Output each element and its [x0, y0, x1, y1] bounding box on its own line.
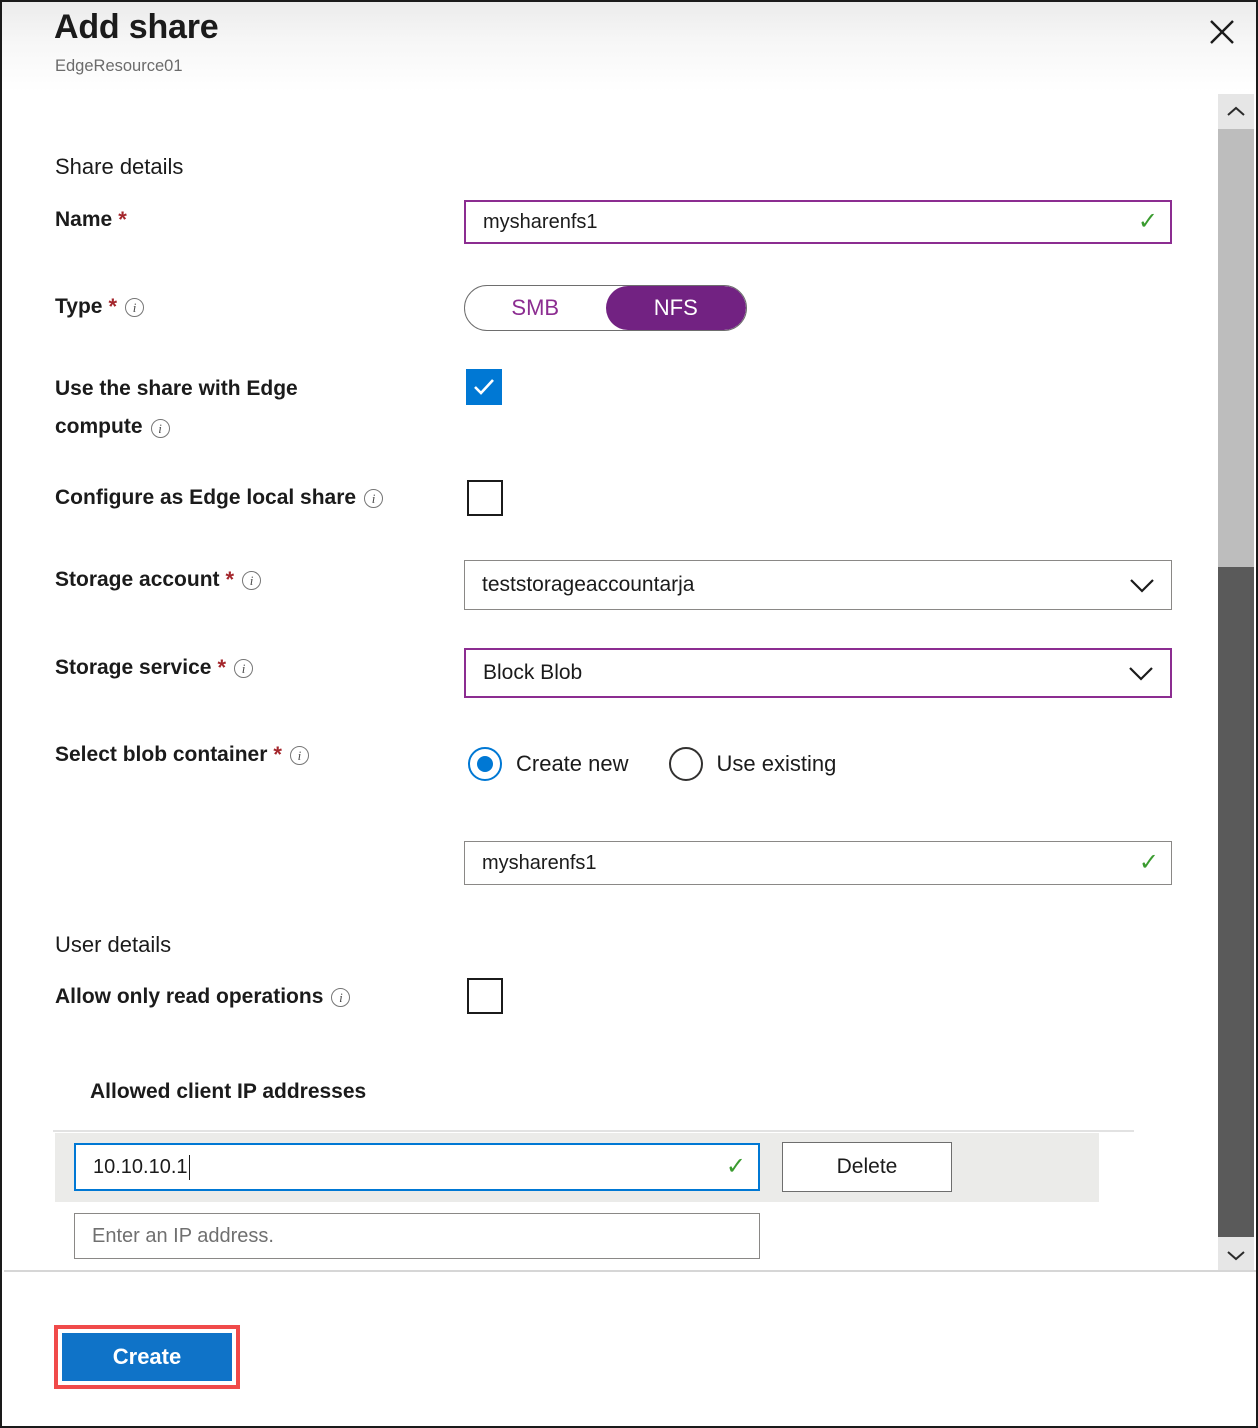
radio-create-new-label[interactable]: Create new	[516, 751, 629, 777]
storage-account-required-asterisk: *	[226, 562, 235, 598]
blob-container-name-input[interactable]: mysharenfs1 ✓	[464, 841, 1172, 885]
close-icon[interactable]	[1200, 10, 1244, 54]
read-only-label: Allow only read operations i	[55, 979, 350, 1015]
read-only-label-text: Allow only read operations	[55, 979, 323, 1015]
storage-service-required-asterisk: *	[217, 650, 226, 686]
blob-container-radio-group: Create new Use existing	[468, 747, 876, 781]
new-ip-placeholder: Enter an IP address.	[92, 1225, 747, 1248]
storage-service-label-text: Storage service	[55, 650, 211, 686]
text-caret	[189, 1155, 191, 1180]
type-option-nfs[interactable]: NFS	[606, 286, 747, 330]
info-icon[interactable]: i	[151, 419, 170, 438]
type-option-smb[interactable]: SMB	[465, 286, 606, 330]
info-icon[interactable]: i	[331, 988, 350, 1007]
resource-subtitle: EdgeResource01	[55, 57, 183, 76]
scrollbar-track[interactable]	[1218, 567, 1254, 1237]
valid-check-icon: ✓	[726, 1155, 746, 1179]
edge-local-label-text: Configure as Edge local share	[55, 480, 356, 516]
vertical-scrollbar[interactable]	[1218, 94, 1254, 1272]
valid-check-icon: ✓	[1138, 210, 1158, 234]
info-icon[interactable]: i	[364, 489, 383, 508]
valid-check-icon: ✓	[1139, 851, 1159, 875]
blob-container-label-text: Select blob container	[55, 737, 267, 773]
info-icon[interactable]: i	[125, 298, 144, 317]
radio-create-new[interactable]	[468, 747, 502, 781]
footer-divider	[4, 1270, 1258, 1272]
edge-local-checkbox[interactable]	[467, 480, 503, 516]
radio-use-existing-label[interactable]: Use existing	[717, 751, 837, 777]
create-button-highlight: Create	[54, 1325, 240, 1389]
edge-compute-label-line1: Use the share with Edge	[55, 377, 298, 400]
info-icon[interactable]: i	[290, 746, 309, 765]
info-icon[interactable]: i	[234, 659, 253, 678]
edge-compute-label: Use the share with Edge compute i	[55, 370, 425, 446]
create-button[interactable]: Create	[62, 1333, 232, 1381]
new-ip-address-input[interactable]: Enter an IP address.	[74, 1213, 760, 1259]
add-share-blade: Add share EdgeResource01 Share details N…	[0, 0, 1258, 1428]
type-label-text: Type	[55, 289, 102, 325]
ip-address-value: 10.10.10.1	[93, 1155, 718, 1180]
chevron-down-icon	[1128, 666, 1154, 681]
scrollbar-thumb[interactable]	[1218, 129, 1254, 567]
name-label: Name *	[55, 202, 127, 238]
share-details-heading: Share details	[55, 154, 183, 180]
edge-compute-label-line2: compute	[55, 415, 143, 438]
type-label: Type * i	[55, 289, 144, 325]
read-only-checkbox[interactable]	[467, 978, 503, 1014]
blob-container-label: Select blob container * i	[55, 737, 309, 773]
scroll-up-icon[interactable]	[1218, 94, 1254, 129]
name-label-text: Name	[55, 202, 112, 238]
info-icon[interactable]: i	[242, 571, 261, 590]
name-required-asterisk: *	[118, 202, 127, 238]
storage-service-dropdown[interactable]: Block Blob	[464, 648, 1172, 698]
blob-container-name-value: mysharenfs1	[482, 852, 1131, 875]
edge-compute-checkbox[interactable]	[466, 369, 502, 405]
type-required-asterisk: *	[108, 289, 117, 325]
storage-account-label: Storage account * i	[55, 562, 261, 598]
storage-account-label-text: Storage account	[55, 562, 220, 598]
ip-address-text: 10.10.10.1	[93, 1155, 188, 1177]
blob-container-required-asterisk: *	[273, 737, 282, 773]
blade-header: Add share EdgeResource01	[2, 2, 1256, 92]
scroll-down-icon[interactable]	[1218, 1237, 1254, 1272]
user-details-heading: User details	[55, 932, 171, 958]
storage-service-label: Storage service * i	[55, 650, 253, 686]
share-name-value: mysharenfs1	[483, 211, 1130, 234]
edge-local-label: Configure as Edge local share i	[55, 480, 383, 516]
allowed-ip-heading: Allowed client IP addresses	[90, 1080, 366, 1104]
share-type-toggle[interactable]: SMB NFS	[464, 285, 747, 331]
page-title: Add share	[54, 8, 218, 47]
delete-ip-button[interactable]: Delete	[782, 1142, 952, 1192]
ip-section-divider	[53, 1130, 1134, 1132]
storage-service-value: Block Blob	[483, 661, 582, 685]
radio-use-existing[interactable]	[669, 747, 703, 781]
chevron-down-icon	[1129, 578, 1155, 593]
storage-account-dropdown[interactable]: teststorageaccountarja	[464, 560, 1172, 610]
check-icon	[473, 378, 495, 396]
ip-address-input[interactable]: 10.10.10.1 ✓	[74, 1143, 760, 1191]
storage-account-value: teststorageaccountarja	[482, 573, 694, 597]
share-name-input[interactable]: mysharenfs1 ✓	[464, 200, 1172, 244]
